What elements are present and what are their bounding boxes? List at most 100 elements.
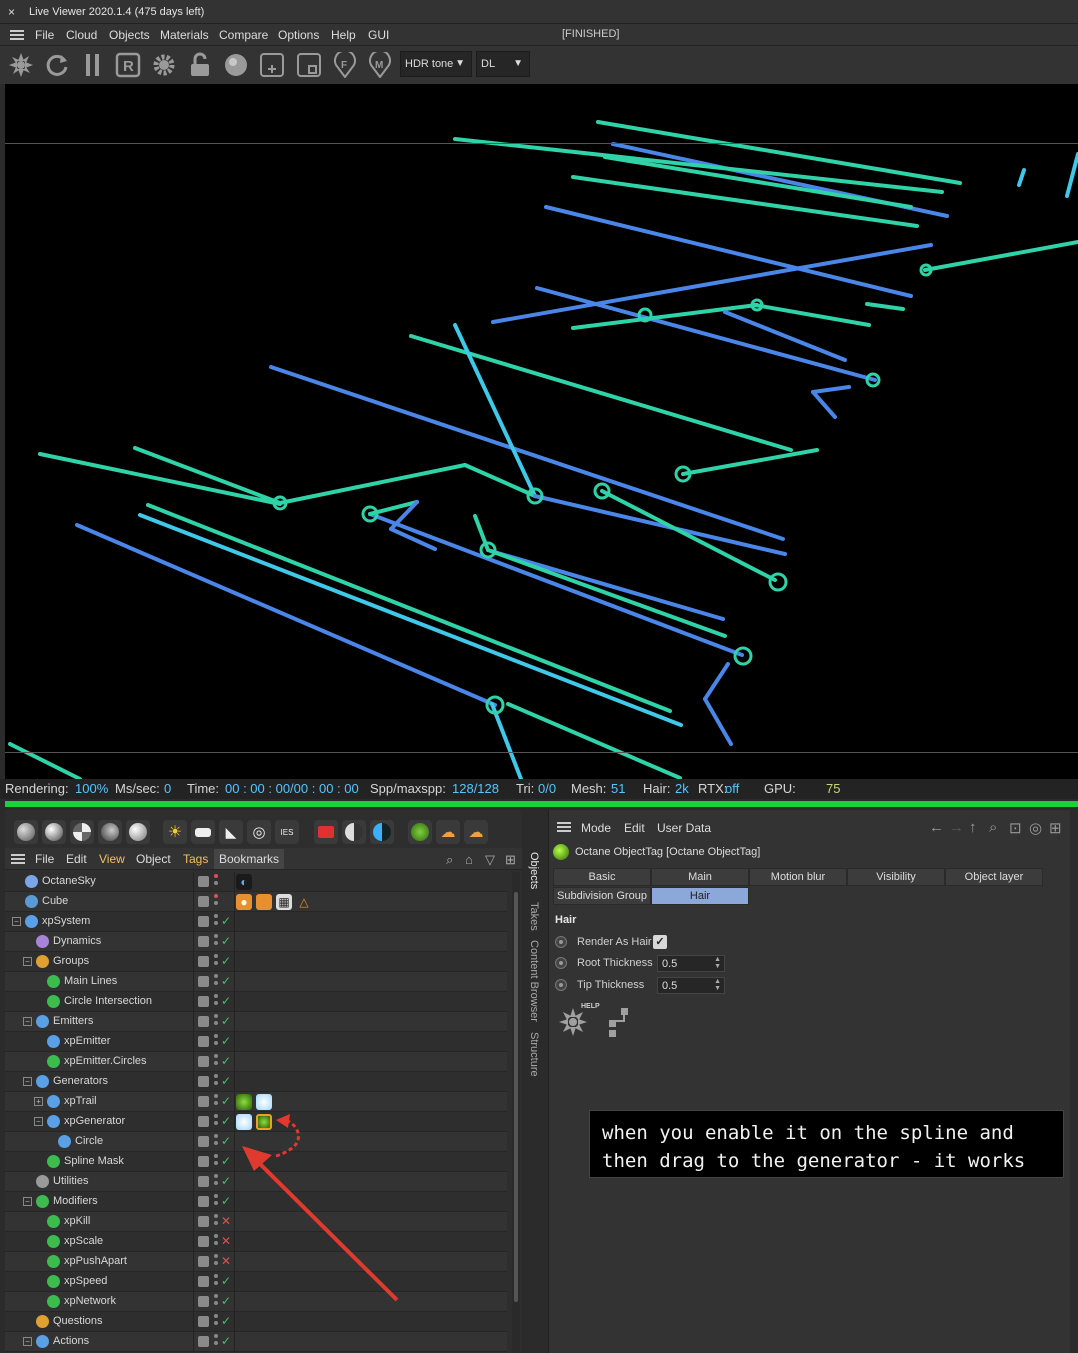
am-menu-user-data[interactable]: User Data <box>657 821 711 835</box>
refresh-icon[interactable] <box>44 52 70 78</box>
enabled-check-icon[interactable]: ✓ <box>221 1194 231 1208</box>
object-name[interactable]: Actions <box>53 1335 89 1347</box>
object-name[interactable]: Groups <box>53 955 89 967</box>
new-window-icon[interactable]: ⊞ <box>1049 819 1062 837</box>
target-light-icon[interactable]: ◎ <box>247 820 271 844</box>
lock-icon[interactable]: ⊡ <box>1009 819 1022 837</box>
visibility-dots-icon[interactable] <box>214 1334 219 1350</box>
object-row[interactable]: − Groups ✓ <box>5 952 507 972</box>
object-tag-icon[interactable]: ▦ <box>276 894 292 910</box>
object-tag-icon[interactable] <box>236 1094 252 1110</box>
menu-options[interactable]: Options <box>278 28 319 42</box>
back-arrow-icon[interactable]: ← <box>929 819 944 836</box>
diffuse-material-icon[interactable] <box>14 820 38 844</box>
object-row[interactable]: − Emitters ✓ <box>5 1012 507 1032</box>
enabled-check-icon[interactable]: ✓ <box>221 1134 231 1148</box>
layer-edit-icon[interactable] <box>198 1156 209 1167</box>
stepper-arrows-icon[interactable]: ▲ ▼ <box>714 978 721 992</box>
octane-help-icon[interactable]: HELP <box>557 1000 647 1040</box>
hamburger-menu-icon[interactable] <box>10 30 24 40</box>
layer-edit-icon[interactable] <box>198 996 209 1007</box>
enabled-check-icon[interactable]: ✓ <box>221 1174 231 1188</box>
object-name[interactable]: xpGenerator <box>64 1115 125 1127</box>
layer-edit-icon[interactable] <box>198 916 209 927</box>
enabled-check-icon[interactable]: ✓ <box>221 1334 231 1348</box>
environment-icon[interactable] <box>342 820 366 844</box>
octane-logo-icon[interactable] <box>8 52 34 78</box>
tree-expander-icon[interactable]: − <box>23 1077 32 1086</box>
filter-icon[interactable]: ▽ <box>485 852 495 868</box>
object-row[interactable]: xpSpeed ✓ <box>5 1272 507 1292</box>
object-name[interactable]: xpTrail <box>64 1095 97 1107</box>
object-name[interactable]: xpScale <box>64 1235 103 1247</box>
object-row[interactable]: − xpSystem ✓ <box>5 912 507 932</box>
layer-edit-icon[interactable] <box>198 1216 209 1227</box>
lock-icon[interactable] <box>187 52 213 78</box>
disabled-x-icon[interactable]: ✕ <box>221 1254 231 1268</box>
object-tag-icon[interactable]: △ <box>296 894 312 910</box>
add-region-icon[interactable] <box>259 52 285 78</box>
enabled-check-icon[interactable]: ✓ <box>221 974 231 988</box>
layer-edit-icon[interactable] <box>198 976 209 987</box>
object-name[interactable]: Generators <box>53 1075 108 1087</box>
visibility-dots-icon[interactable] <box>214 1014 219 1030</box>
menu-file[interactable]: File <box>35 28 54 42</box>
layer-edit-icon[interactable] <box>198 1296 209 1307</box>
tab-content-browser[interactable]: Content Browser <box>528 940 540 1022</box>
menu-gui[interactable]: GUI <box>368 28 389 42</box>
close-button[interactable]: × <box>8 5 15 19</box>
enabled-check-icon[interactable]: ✓ <box>221 994 231 1008</box>
om-menu-bookmarks[interactable]: Bookmarks <box>214 849 285 869</box>
render-viewport[interactable] <box>5 84 1078 779</box>
enabled-check-icon[interactable]: ✓ <box>221 1034 231 1048</box>
object-name[interactable]: xpSystem <box>42 915 90 927</box>
object-tag-icon[interactable]: ◐ <box>236 874 252 890</box>
object-tree-scrollbar[interactable] <box>512 872 520 1353</box>
layer-edit-icon[interactable] <box>198 936 209 947</box>
camera-icon[interactable] <box>314 820 338 844</box>
enabled-check-icon[interactable]: ✓ <box>221 1114 231 1128</box>
object-row[interactable]: Circle ✓ <box>5 1132 507 1152</box>
object-name[interactable]: Circle <box>75 1135 103 1147</box>
enabled-check-icon[interactable]: ✓ <box>221 1014 231 1028</box>
tab-objects[interactable]: Objects <box>528 852 540 889</box>
visibility-dots-icon[interactable] <box>214 1114 219 1130</box>
object-row[interactable]: OctaneSky ◐ <box>5 872 507 892</box>
up-arrow-icon[interactable]: ↑ <box>969 819 977 836</box>
forward-arrow-icon[interactable]: → <box>949 819 964 836</box>
visibility-dots-icon[interactable] <box>214 974 219 990</box>
home-icon[interactable]: ⌂ <box>465 852 473 867</box>
object-row[interactable]: xpPushApart ✕ <box>5 1252 507 1272</box>
tree-expander-icon[interactable]: − <box>23 1337 32 1346</box>
layer-edit-icon[interactable] <box>198 1176 209 1187</box>
search-icon[interactable]: ⌕ <box>989 819 997 836</box>
object-name[interactable]: xpSpeed <box>64 1275 107 1287</box>
layer-edit-icon[interactable] <box>198 1076 209 1087</box>
object-row[interactable]: xpEmitter ✓ <box>5 1032 507 1052</box>
visibility-dots-icon[interactable] <box>214 1094 219 1110</box>
material-pick-icon[interactable]: M <box>367 52 393 78</box>
tree-expander-icon[interactable]: − <box>34 1117 43 1126</box>
enabled-check-icon[interactable]: ✓ <box>221 934 231 948</box>
volume-icon[interactable]: ☁ <box>464 820 488 844</box>
visibility-dots-icon[interactable] <box>214 1154 219 1170</box>
tree-expander-icon[interactable]: + <box>34 1097 43 1106</box>
menu-compare[interactable]: Compare <box>219 28 268 42</box>
om-menu-file[interactable]: File <box>35 852 54 866</box>
zoom-region-icon[interactable] <box>296 52 322 78</box>
visibility-dots-icon[interactable] <box>214 1174 219 1190</box>
tab-structure[interactable]: Structure <box>528 1032 540 1077</box>
sphere-icon[interactable] <box>223 52 249 78</box>
visibility-dots-icon[interactable] <box>214 1314 219 1330</box>
stepper-arrows-icon[interactable]: ▲ ▼ <box>714 956 721 970</box>
object-row[interactable]: Questions ✓ <box>5 1312 507 1332</box>
object-name[interactable]: Questions <box>53 1315 103 1327</box>
sky-icon[interactable] <box>370 820 394 844</box>
disabled-x-icon[interactable]: ✕ <box>221 1234 231 1248</box>
layer-edit-icon[interactable] <box>198 956 209 967</box>
object-row[interactable]: + xpTrail ✓ <box>5 1092 507 1112</box>
tab-object-layer[interactable]: Object layer <box>945 868 1043 886</box>
enabled-check-icon[interactable]: ✓ <box>221 1314 231 1328</box>
layer-edit-icon[interactable] <box>198 1016 209 1027</box>
new-window-icon[interactable]: ⊞ <box>505 852 516 868</box>
